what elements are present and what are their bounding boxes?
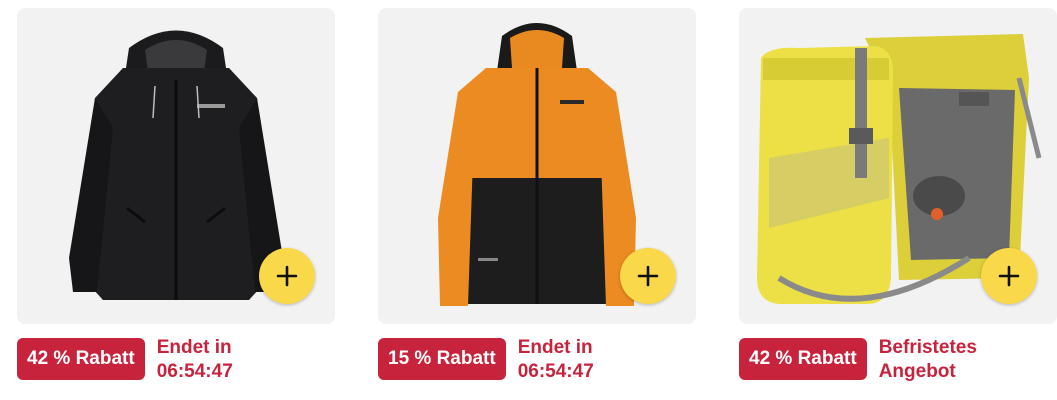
deal-timer: Endet in 06:54:47: [156, 337, 233, 382]
product-card-black-jacket[interactable]: 42 % Rabatt Endet in 06:54:47: [17, 8, 335, 388]
discount-badge: 15 % Rabatt: [378, 338, 506, 380]
deal-info: 42 % Rabatt Endet in 06:54:47: [17, 337, 233, 384]
product-card-orange-jacket[interactable]: 15 % Rabatt Endet in 06:54:47: [378, 8, 696, 388]
plus-icon: [637, 265, 659, 287]
deal-info: 15 % Rabatt Endet in 06:54:47: [378, 337, 594, 384]
deal-info: 42 % Rabatt Befristetes Angebot: [739, 337, 977, 384]
deal-timer: Befristetes Angebot: [878, 337, 977, 382]
product-image-box[interactable]: [378, 8, 696, 324]
discount-badge: 42 % Rabatt: [739, 338, 867, 380]
product-image-box[interactable]: [739, 8, 1057, 324]
deal-timer: Endet in 06:54:47: [517, 337, 594, 382]
add-to-cart-button[interactable]: [620, 248, 676, 304]
product-card-pannier[interactable]: 42 % Rabatt Befristetes Angebot: [739, 8, 1057, 388]
plus-icon: [276, 265, 298, 287]
discount-badge: 42 % Rabatt: [17, 338, 145, 380]
plus-icon: [998, 265, 1020, 287]
product-image-box[interactable]: [17, 8, 335, 324]
add-to-cart-button[interactable]: [259, 248, 315, 304]
add-to-cart-button[interactable]: [981, 248, 1037, 304]
